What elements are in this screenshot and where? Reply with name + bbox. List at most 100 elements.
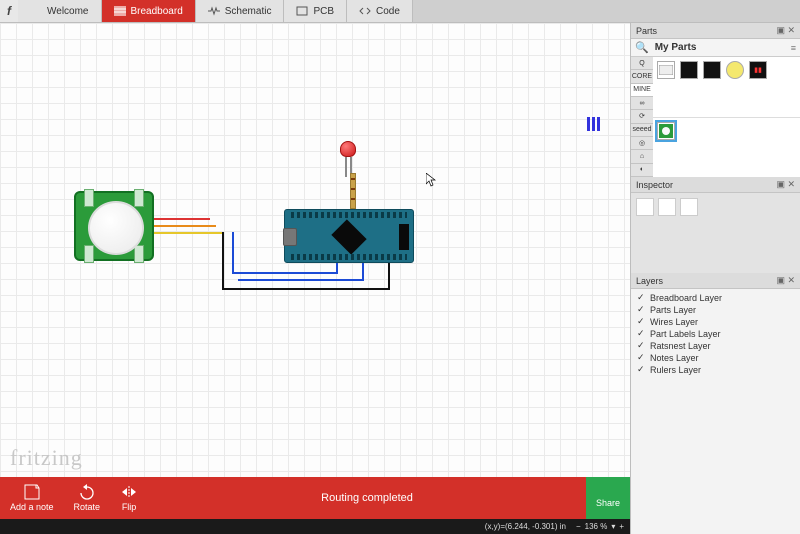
parts-vtab-4[interactable]: ⟳	[631, 110, 653, 123]
panel-title: Layers	[636, 276, 663, 286]
layer-row[interactable]: Breadboard Layer	[637, 292, 794, 304]
mine-parts-grid	[653, 118, 800, 178]
part-breadboard[interactable]	[657, 61, 675, 79]
routing-status: Routing completed	[148, 492, 586, 504]
wire-black[interactable]	[222, 232, 224, 290]
check-icon	[637, 330, 646, 339]
wire-yellow[interactable]	[154, 232, 222, 234]
layer-row[interactable]: Rulers Layer	[637, 364, 794, 376]
parts-vtab-8[interactable]: ◐	[631, 164, 653, 177]
tab-label: Breadboard	[131, 6, 183, 17]
parts-vtab-7[interactable]: ⌂	[631, 150, 653, 163]
parts-vtab-search[interactable]: Q	[631, 57, 653, 70]
parts-vtab-6[interactable]: ◎	[631, 137, 653, 150]
part-led-yellow[interactable]	[726, 61, 744, 79]
check-icon	[637, 294, 646, 303]
layer-row[interactable]: Wires Layer	[637, 316, 794, 328]
part-display[interactable]: ▮▮	[749, 61, 767, 79]
tab-welcome[interactable]: Welcome	[18, 0, 102, 22]
layer-row[interactable]: Part Labels Layer	[637, 328, 794, 340]
arduino-nano[interactable]	[284, 209, 414, 263]
flip-button[interactable]: Flip	[110, 481, 148, 515]
zoom-out-button[interactable]: −	[576, 522, 581, 531]
add-note-button[interactable]: Add a note	[0, 481, 64, 515]
inspector-panel-header[interactable]: Inspector ▣ ✕	[631, 177, 800, 193]
status-bar: (x,y)=(6.244, -0.301) in − 136 % ▾ +	[0, 519, 630, 534]
parts-panel-header[interactable]: Parts ▣ ✕	[631, 23, 800, 39]
check-icon	[637, 366, 646, 375]
wire-orange[interactable]	[154, 225, 216, 227]
panel-title: Inspector	[636, 180, 673, 190]
parts-vtab-arduino[interactable]: ∞	[631, 97, 653, 110]
parts-vtab-core[interactable]: CORE	[631, 70, 653, 83]
tab-label: Welcome	[47, 6, 89, 17]
panel-controls-icon[interactable]: ▣ ✕	[776, 275, 795, 286]
inspector-view-2[interactable]	[658, 198, 676, 216]
rotate-icon	[78, 484, 96, 500]
button-label: Flip	[122, 502, 137, 512]
part-ic-2[interactable]	[703, 61, 721, 79]
inspector-view-1[interactable]	[636, 198, 654, 216]
panel-controls-icon[interactable]: ▣ ✕	[776, 25, 795, 36]
parts-vtab-mine[interactable]: MINE	[631, 84, 653, 97]
share-button[interactable]: Share	[586, 477, 630, 519]
canvas-marker	[587, 117, 600, 131]
code-icon	[359, 6, 371, 16]
zoom-in-button[interactable]: +	[619, 522, 624, 531]
wire-black[interactable]	[222, 288, 390, 290]
layer-row[interactable]: Parts Layer	[637, 304, 794, 316]
parts-menu-icon[interactable]: ≡	[791, 43, 796, 53]
layer-label: Parts Layer	[650, 305, 696, 315]
red-led[interactable]	[340, 141, 358, 165]
breadboard-icon	[114, 6, 126, 16]
search-icon[interactable]: 🔍	[635, 41, 649, 54]
wire-red[interactable]	[154, 218, 210, 220]
bottom-toolbar: Add a note Rotate Flip Routing completed	[0, 477, 630, 519]
coordinates-readout: (x,y)=(6.244, -0.301) in	[485, 522, 566, 531]
layer-label: Breadboard Layer	[650, 293, 722, 303]
wire-blue[interactable]	[362, 263, 364, 281]
pir-motion-sensor[interactable]	[74, 191, 154, 261]
layer-row[interactable]: Notes Layer	[637, 352, 794, 364]
check-icon	[637, 306, 646, 315]
note-icon	[23, 484, 41, 500]
tab-schematic[interactable]: Schematic	[196, 0, 285, 22]
watermark: fritzing	[10, 445, 83, 471]
tab-label: Schematic	[225, 6, 272, 17]
tab-pcb[interactable]: PCB	[284, 0, 347, 22]
parts-vtab-seeed[interactable]: seeed	[631, 124, 653, 137]
check-icon	[637, 354, 646, 363]
tab-code[interactable]: Code	[347, 0, 413, 22]
resistor[interactable]	[350, 173, 356, 209]
part-pir-sensor[interactable]	[657, 122, 675, 140]
wire-blue[interactable]	[238, 279, 364, 281]
wire-blue[interactable]	[336, 263, 338, 274]
layer-row[interactable]: Ratsnest Layer	[637, 340, 794, 352]
layer-label: Wires Layer	[650, 317, 698, 327]
tab-label: Code	[376, 6, 400, 17]
panel-controls-icon[interactable]: ▣ ✕	[776, 179, 795, 190]
layers-list: Breadboard Layer Parts Layer Wires Layer…	[631, 289, 800, 534]
tab-label: PCB	[313, 6, 334, 17]
wire-blue[interactable]	[232, 272, 338, 274]
zoom-dropdown-icon[interactable]: ▾	[611, 522, 615, 531]
view-tabs: f Welcome Breadboard Schematic PCB	[0, 0, 800, 23]
wire-blue[interactable]	[232, 232, 234, 274]
layer-label: Notes Layer	[650, 353, 699, 363]
parts-category-tabs: Q CORE MINE ∞ ⟳ seeed ◎ ⌂ ◐	[631, 57, 653, 177]
rotate-button[interactable]: Rotate	[64, 481, 111, 515]
layer-label: Ratsnest Layer	[650, 341, 711, 351]
tab-breadboard[interactable]: Breadboard	[102, 0, 196, 22]
inspector-view-3[interactable]	[680, 198, 698, 216]
layers-panel-header[interactable]: Layers ▣ ✕	[631, 273, 800, 289]
schematic-icon	[208, 6, 220, 16]
button-label: Share	[596, 498, 620, 508]
flip-icon	[120, 484, 138, 500]
wire-black[interactable]	[388, 263, 390, 290]
breadboard-canvas[interactable]: fritzing	[0, 23, 630, 477]
check-icon	[637, 318, 646, 327]
part-ic[interactable]	[680, 61, 698, 79]
app-logo: f	[0, 0, 18, 22]
core-parts-grid: ▮▮	[653, 57, 800, 118]
panel-title: Parts	[636, 26, 657, 36]
